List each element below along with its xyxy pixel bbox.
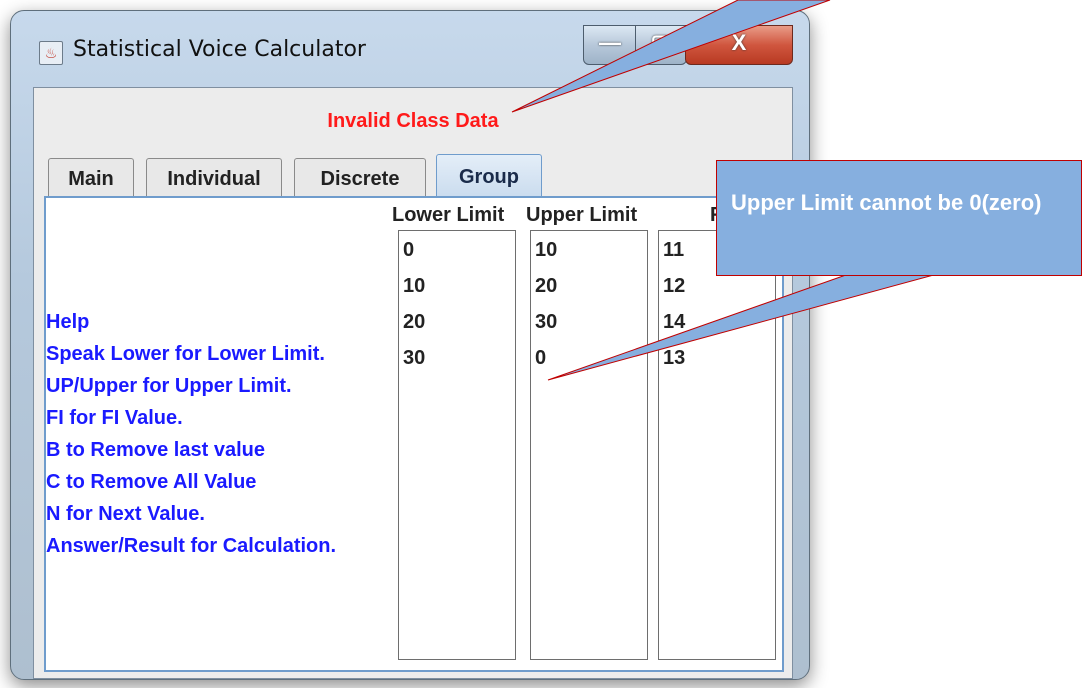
- callout-text: Upper Limit cannot be 0(zero): [731, 190, 1042, 215]
- callout-pointer: [547, 269, 953, 381]
- annotation-callout: Upper Limit cannot be 0(zero): [716, 160, 1082, 276]
- callout-pointers: [511, 0, 953, 381]
- top-callout-pointer: [511, 0, 831, 113]
